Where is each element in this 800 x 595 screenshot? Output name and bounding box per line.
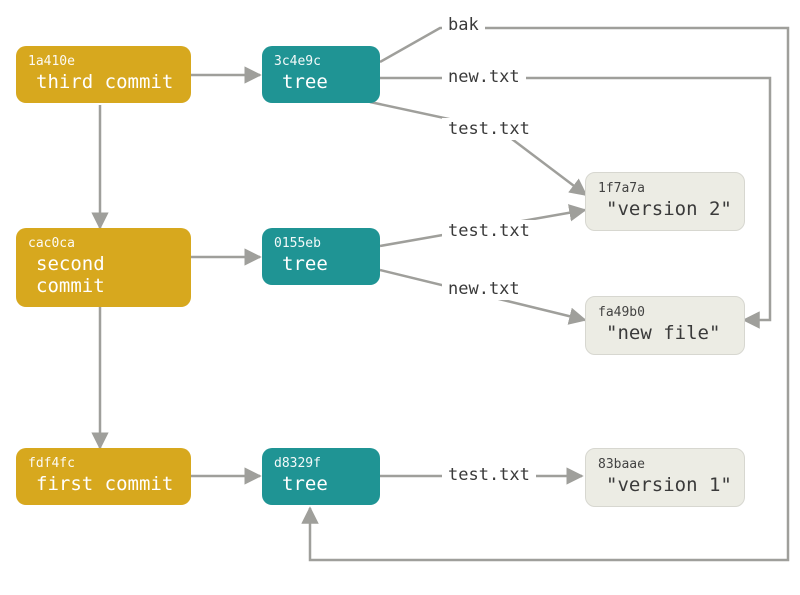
blob-node: 83baae "version 1" bbox=[585, 448, 745, 507]
commit-hash: 1a410e bbox=[28, 54, 179, 69]
tree-hash: 3c4e9c bbox=[274, 54, 368, 69]
tree-title: tree bbox=[274, 71, 368, 93]
commit-node: cac0ca second commit bbox=[16, 228, 191, 307]
commit-node: fdf4fc first commit bbox=[16, 448, 191, 505]
blob-node: fa49b0 "new file" bbox=[585, 296, 745, 355]
edge-label-new-txt: new.txt bbox=[442, 278, 526, 300]
edge-label-new-txt: new.txt bbox=[442, 66, 526, 88]
tree-node: 0155eb tree bbox=[262, 228, 380, 285]
tree-title: tree bbox=[274, 473, 368, 495]
tree-node: 3c4e9c tree bbox=[262, 46, 380, 103]
commit-title: third commit bbox=[28, 71, 179, 93]
blob-hash: 1f7a7a bbox=[598, 181, 732, 196]
tree-hash: d8329f bbox=[274, 456, 368, 471]
tree-title: tree bbox=[274, 253, 368, 275]
blob-node: 1f7a7a "version 2" bbox=[585, 172, 745, 231]
commit-title: first commit bbox=[28, 473, 179, 495]
tree-hash: 0155eb bbox=[274, 236, 368, 251]
edge-label-test-txt: test.txt bbox=[442, 464, 536, 486]
edge-label-test-txt: test.txt bbox=[442, 220, 536, 242]
blob-hash: 83baae bbox=[598, 457, 732, 472]
commit-node: 1a410e third commit bbox=[16, 46, 191, 103]
commit-title: second commit bbox=[28, 253, 179, 297]
blob-title: "version 2" bbox=[598, 198, 732, 220]
blob-title: "new file" bbox=[598, 322, 732, 344]
blob-title: "version 1" bbox=[598, 474, 732, 496]
tree-node: d8329f tree bbox=[262, 448, 380, 505]
commit-hash: cac0ca bbox=[28, 236, 179, 251]
commit-hash: fdf4fc bbox=[28, 456, 179, 471]
edge-label-test-txt: test.txt bbox=[442, 118, 536, 140]
blob-hash: fa49b0 bbox=[598, 305, 732, 320]
edge-label-bak: bak bbox=[442, 14, 485, 36]
